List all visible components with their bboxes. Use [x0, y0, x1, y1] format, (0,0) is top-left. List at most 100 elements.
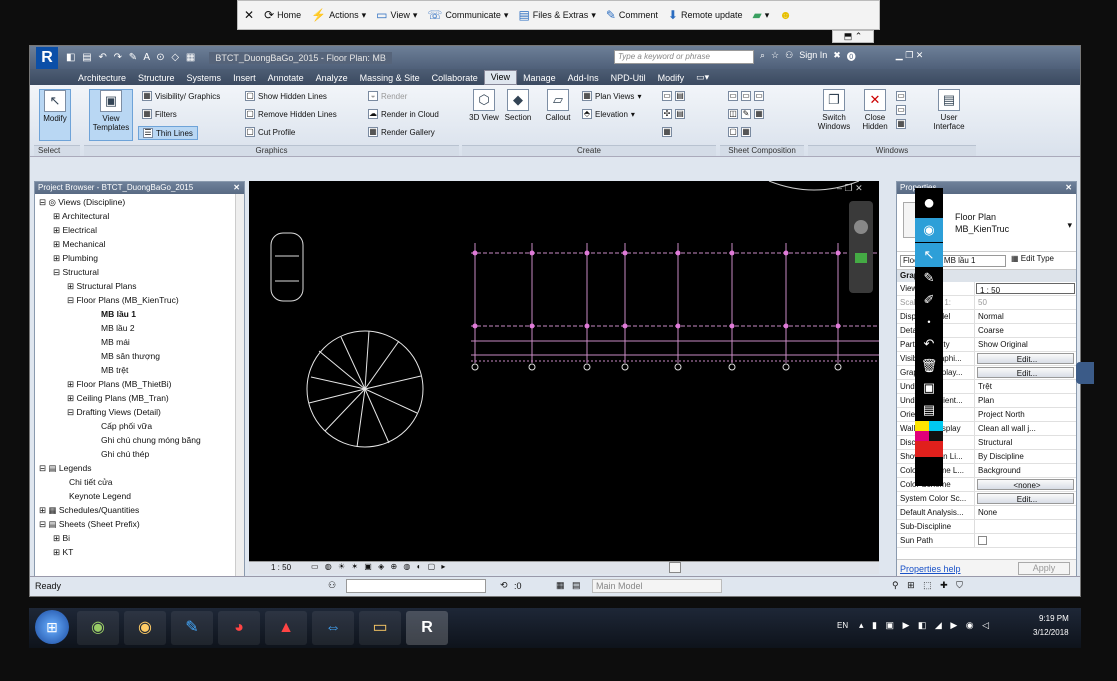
acrobat-icon[interactable]: ▲	[265, 611, 307, 645]
property-value[interactable]: Trệt	[975, 380, 1076, 393]
design-options-tools[interactable]: ▤	[572, 580, 581, 591]
tab-insert[interactable]: Insert	[227, 72, 262, 85]
tree-node[interactable]: ⊞ Architectural	[35, 209, 244, 223]
trash-icon[interactable]: 🗑	[915, 355, 943, 377]
close-icon[interactable]: ✕	[233, 182, 240, 194]
ribbon-toggle-icon[interactable]: ▭▾	[690, 71, 715, 85]
tree-node[interactable]: MB sân thượng	[35, 349, 244, 363]
sign-in-link[interactable]: Sign In	[799, 50, 827, 63]
property-value[interactable]: Background	[975, 464, 1076, 477]
tree-node[interactable]: ⊟ Drafting Views (Detail)	[35, 405, 244, 419]
tab-npd-util[interactable]: NPD-Util	[605, 72, 652, 85]
tree-node[interactable]: ⊞ Structural Plans	[35, 279, 244, 293]
apply-button[interactable]: Apply	[1018, 562, 1070, 575]
user-interface-button[interactable]: ▤ User Interface	[928, 89, 970, 131]
plan-views-button[interactable]: ▦ Plan Views ▾	[582, 91, 641, 101]
tree-node[interactable]: ⊞ Mechanical	[35, 237, 244, 251]
user-icon[interactable]: ⚇	[785, 50, 793, 63]
files-extras-button[interactable]: ▤ Files & Extras ▾	[518, 9, 595, 21]
select-panel-label[interactable]: Select	[34, 145, 80, 156]
tree-node[interactable]: Ghi chú chung móng băng	[35, 433, 244, 447]
pen-icon[interactable]: ✎	[915, 267, 943, 289]
tree-node[interactable]: Cấp phối vữa	[35, 419, 244, 433]
edit-button[interactable]: Edit...	[977, 493, 1074, 504]
worksets-icon[interactable]: ⚇	[328, 580, 336, 591]
show-hidden-lines-button[interactable]: ▢ Show Hidden Lines	[245, 91, 327, 101]
tree-node[interactable]: ⊞ Plumbing	[35, 251, 244, 265]
canvas-window-controls[interactable]: ‒ ❐ ✕	[837, 183, 863, 193]
revit-logo-button[interactable]: R	[36, 46, 58, 69]
view-templates-button[interactable]: ▣ View Templates	[89, 89, 133, 141]
tab-collaborate[interactable]: Collaborate	[426, 72, 484, 85]
horizontal-scrollbar-thumb[interactable]	[669, 562, 681, 573]
undo-icon[interactable]: ↶	[915, 333, 943, 355]
color-swatches[interactable]	[915, 421, 943, 457]
feedback-button[interactable]: ▰ ▾	[753, 9, 770, 21]
exchange-icon[interactable]: ✖	[833, 50, 841, 63]
filters-button[interactable]: ▦ Filters	[142, 109, 177, 119]
search-input[interactable]: Type a keyword or phrase	[614, 50, 754, 64]
camera-icon[interactable]: ▣	[915, 377, 943, 399]
star-icon[interactable]: ☆	[771, 50, 779, 63]
tree-node[interactable]: ⊟ ◎ Views (Discipline)	[35, 195, 244, 209]
edit-button[interactable]: Edit...	[977, 353, 1074, 364]
binoculars-icon[interactable]: ⌕	[760, 50, 765, 63]
swatch-red[interactable]	[915, 441, 943, 457]
sun-path-checkbox[interactable]	[975, 534, 1076, 547]
tree-node[interactable]: ⊞ Electrical	[35, 223, 244, 237]
property-value[interactable]: By Discipline	[975, 450, 1076, 463]
thin-lines-button[interactable]: ☰ Thin Lines	[138, 126, 198, 140]
swatch-magenta[interactable]	[915, 431, 929, 441]
tree-node[interactable]: Chi tiết cửa	[35, 475, 244, 489]
swatch-yellow[interactable]	[915, 421, 929, 431]
tab-structure[interactable]: Structure	[132, 72, 181, 85]
sheet-tools-row2[interactable]: ◫ ✎ ▦	[728, 109, 764, 119]
tree-node[interactable]: ⊟ ▤ Sheets (Sheet Prefix)	[35, 517, 244, 531]
workset-dropdown[interactable]	[346, 579, 486, 593]
tree-node[interactable]: ⊟ ▤ Legends	[35, 461, 244, 475]
teamviewer-icon[interactable]: ⇔	[312, 611, 354, 645]
home-button[interactable]: ⟳ Home	[264, 9, 301, 21]
tree-node[interactable]: ⊞ KT	[35, 545, 244, 559]
tree-node[interactable]: MB trệt	[35, 363, 244, 377]
remote-update-button[interactable]: ⬇ Remote update	[668, 9, 743, 21]
close-icon[interactable]: ✕	[1065, 182, 1072, 194]
dot-icon[interactable]: •	[915, 311, 943, 333]
sheet-tools-row1[interactable]: ▭ ▭ ▭	[728, 91, 764, 101]
swatch-black[interactable]	[929, 431, 943, 441]
modify-button[interactable]: ↖ Modify	[39, 89, 71, 141]
comment-button[interactable]: ✎ Comment	[606, 9, 658, 21]
tree-node[interactable]: ⊞ Ceiling Plans (MB_Tran)	[35, 391, 244, 405]
tree-node[interactable]: MB lầu 2	[35, 321, 244, 335]
color-scheme-button[interactable]: <none>	[977, 479, 1074, 490]
quick-access-toolbar[interactable]: ◧ ▤ ↶ ↷ ✎ A ⊙ ◇ ▦	[66, 52, 197, 63]
edit-type-button[interactable]: ▦ Edit Type	[1011, 254, 1054, 263]
render-gallery-button[interactable]: ▦ Render Gallery	[368, 127, 435, 137]
revit-taskbar-icon[interactable]: R	[406, 611, 448, 645]
render-cloud-button[interactable]: ☁ Render in Cloud	[368, 109, 439, 119]
highlighter-icon[interactable]: ✐	[915, 289, 943, 311]
tab-view[interactable]: View	[483, 70, 518, 85]
property-value[interactable]: Coarse	[975, 324, 1076, 337]
drafting-tools[interactable]: ▭ ▤	[662, 91, 685, 101]
callout-button[interactable]: ▱ Callout	[540, 89, 576, 122]
tab-addins[interactable]: Add-Ins	[562, 72, 605, 85]
pin-icon[interactable]: ●	[915, 188, 943, 218]
property-value[interactable]: Plan	[975, 394, 1076, 407]
tab-massing[interactable]: Massing & Site	[354, 72, 426, 85]
scope-box-tools[interactable]: ▦	[662, 127, 672, 137]
pointer-icon[interactable]: ↖	[915, 243, 943, 267]
tab-systems[interactable]: Systems	[181, 72, 228, 85]
pen-app-icon[interactable]: ✎	[171, 611, 213, 645]
render-button[interactable]: ◒ Render	[368, 91, 407, 101]
help-icon[interactable]: ⓿	[847, 50, 856, 63]
section-button[interactable]: ◆ Section	[500, 89, 536, 122]
swatch-cyan[interactable]	[929, 421, 943, 431]
sheet-tools-row3[interactable]: ▢ ▦	[728, 127, 751, 137]
property-value[interactable]: Normal	[975, 310, 1076, 323]
side-panel-tab[interactable]	[1076, 362, 1094, 384]
selection-filter-icons[interactable]: ⚲ ⊞ ⬚ ✚ ⛉	[892, 580, 966, 591]
tray-icons[interactable]: ▴ ▮ ▣ ▶ ◧ ◢ ▶ ◉ ◁	[859, 620, 992, 631]
navigation-bar[interactable]	[849, 201, 873, 293]
tree-node[interactable]: ⊞ Floor Plans (MB_ThietBi)	[35, 377, 244, 391]
